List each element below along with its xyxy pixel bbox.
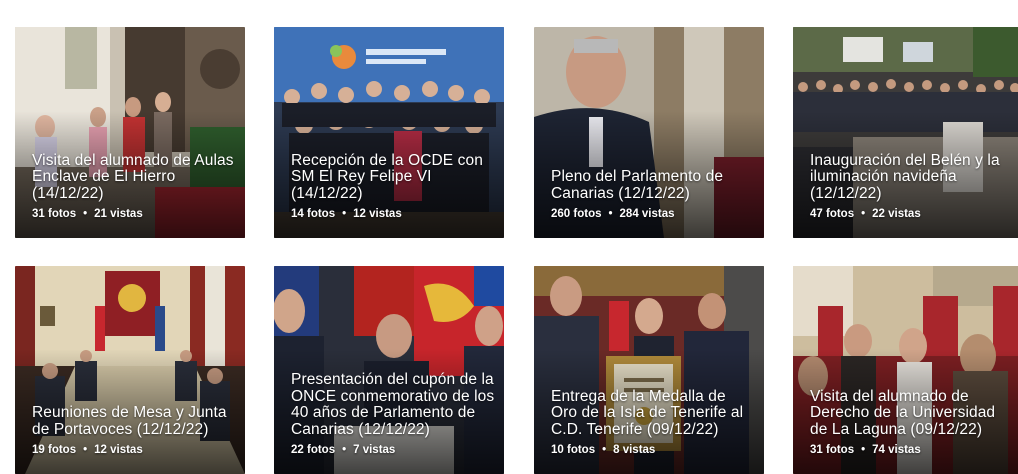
separator-dot: •: [602, 444, 607, 456]
photo-count: 22 fotos: [291, 444, 336, 456]
album-title[interactable]: Visita del alumnado de Aulas Enclave de …: [32, 152, 237, 203]
album-title[interactable]: Recepción de la OCDE con SM El Rey Felip…: [291, 152, 496, 203]
album-card[interactable]: Visita del alumnado de Derecho de la Uni…: [793, 266, 1018, 474]
album-caption: Visita del alumnado de Derecho de la Uni…: [810, 388, 1015, 458]
view-count: 12 vistas: [94, 444, 143, 456]
album-title[interactable]: Pleno del Parlamento de Canarias (12/12/…: [551, 168, 756, 202]
photo-count: 10 fotos: [551, 444, 596, 456]
separator-dot: •: [861, 444, 866, 456]
album-card[interactable]: Recepción de la OCDE con SM El Rey Felip…: [274, 27, 504, 238]
album-caption: Entrega de la Medalla de Oro de la Isla …: [551, 388, 756, 458]
album-card[interactable]: Inauguración del Belén y la iluminación …: [793, 27, 1018, 238]
album-stats: 31 fotos • 74 vistas: [810, 444, 1015, 457]
photo-count: 31 fotos: [810, 444, 855, 456]
view-count: 74 vistas: [872, 444, 921, 456]
photo-count: 31 fotos: [32, 208, 77, 220]
album-title[interactable]: Visita del alumnado de Derecho de la Uni…: [810, 388, 1015, 439]
album-title[interactable]: Reuniones de Mesa y Junta de Portavoces …: [32, 404, 237, 438]
view-count: 284 vistas: [619, 208, 675, 220]
view-count: 7 vistas: [353, 444, 396, 456]
album-stats: 31 fotos • 21 vistas: [32, 208, 237, 221]
album-stats: 14 fotos • 12 vistas: [291, 208, 496, 221]
separator-dot: •: [608, 208, 613, 220]
view-count: 8 vistas: [613, 444, 656, 456]
separator-dot: •: [342, 208, 347, 220]
album-stats: 22 fotos • 7 vistas: [291, 444, 496, 457]
album-title[interactable]: Presentación del cupón de la ONCE conmem…: [291, 371, 496, 438]
album-stats: 260 fotos • 284 vistas: [551, 208, 756, 221]
album-caption: Visita del alumnado de Aulas Enclave de …: [32, 152, 237, 222]
album-card[interactable]: Pleno del Parlamento de Canarias (12/12/…: [534, 27, 764, 238]
photo-count: 19 fotos: [32, 444, 77, 456]
album-grid: Visita del alumnado de Aulas Enclave de …: [0, 0, 1018, 474]
album-stats: 47 fotos • 22 vistas: [810, 208, 1015, 221]
album-card[interactable]: Entrega de la Medalla de Oro de la Isla …: [534, 266, 764, 474]
separator-dot: •: [861, 208, 866, 220]
album-stats: 10 fotos • 8 vistas: [551, 444, 756, 457]
separator-dot: •: [83, 444, 88, 456]
view-count: 22 vistas: [872, 208, 921, 220]
album-title[interactable]: Inauguración del Belén y la iluminación …: [810, 152, 1015, 203]
album-caption: Presentación del cupón de la ONCE conmem…: [291, 371, 496, 457]
album-caption: Reuniones de Mesa y Junta de Portavoces …: [32, 404, 237, 457]
separator-dot: •: [83, 208, 88, 220]
photo-count: 14 fotos: [291, 208, 336, 220]
photo-count: 47 fotos: [810, 208, 855, 220]
album-card[interactable]: Reuniones de Mesa y Junta de Portavoces …: [15, 266, 245, 474]
album-stats: 19 fotos • 12 vistas: [32, 444, 237, 457]
album-caption: Inauguración del Belén y la iluminación …: [810, 152, 1015, 222]
photo-count: 260 fotos: [551, 208, 602, 220]
album-card[interactable]: Visita del alumnado de Aulas Enclave de …: [15, 27, 245, 238]
album-card[interactable]: Presentación del cupón de la ONCE conmem…: [274, 266, 504, 474]
album-caption: Pleno del Parlamento de Canarias (12/12/…: [551, 168, 756, 221]
view-count: 21 vistas: [94, 208, 143, 220]
album-caption: Recepción de la OCDE con SM El Rey Felip…: [291, 152, 496, 222]
album-title[interactable]: Entrega de la Medalla de Oro de la Isla …: [551, 388, 756, 439]
view-count: 12 vistas: [353, 208, 402, 220]
separator-dot: •: [342, 444, 347, 456]
